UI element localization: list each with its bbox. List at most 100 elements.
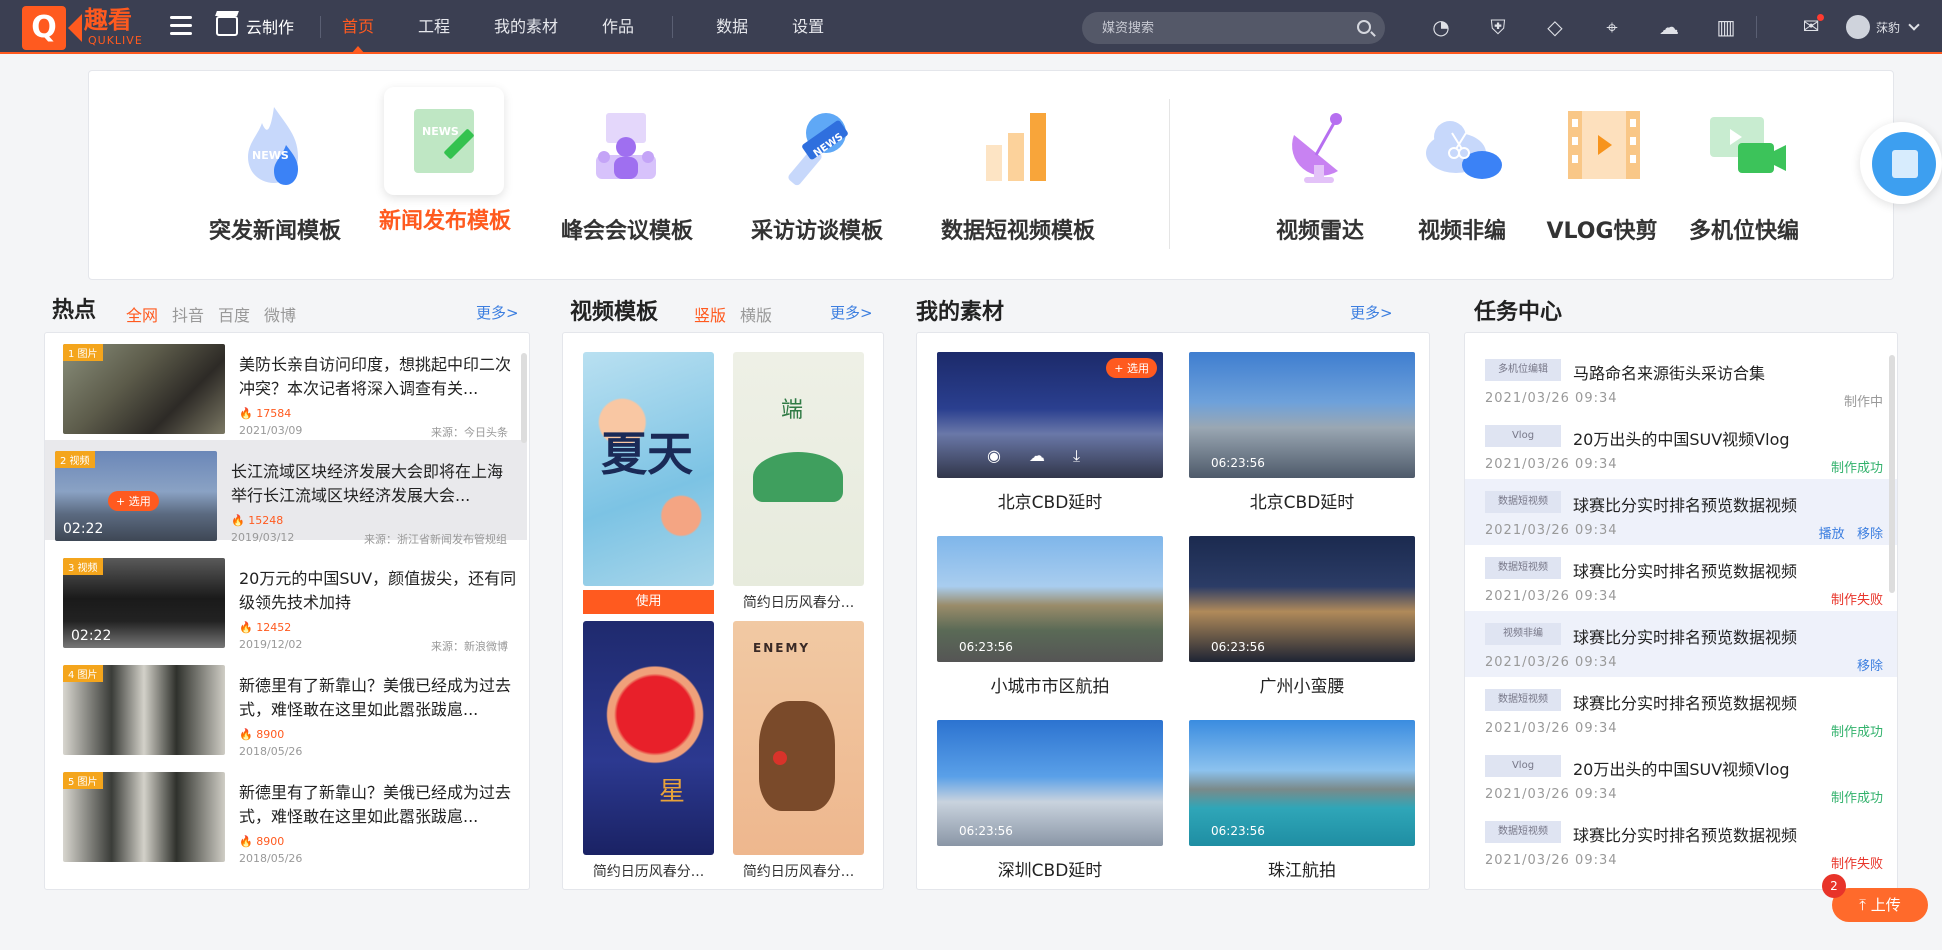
material-thumbnail: + 选用 ◉ ☁ ⤓: [937, 352, 1163, 478]
cloud-make-link[interactable]: 云制作: [216, 14, 294, 38]
list-item[interactable]: 4 图片 新德里有了新靠山？美俄已经成为过去式，难怪敢在这里如此嚣张跋扈... …: [53, 654, 518, 758]
search-input[interactable]: [1102, 12, 1342, 44]
link-icon[interactable]: ◇: [1542, 14, 1568, 40]
hot-item-source: 来源：今日头条: [431, 426, 508, 439]
feature-vlog-quickcut[interactable]: VLOG快剪: [1537, 97, 1667, 245]
user-menu[interactable]: 莯豹: [1846, 15, 1920, 39]
select-button[interactable]: + 选用: [1106, 358, 1157, 378]
materials-more-link[interactable]: 更多>: [1350, 302, 1393, 323]
feature-press-release[interactable]: NEWS 新闻发布模板: [379, 87, 511, 235]
feature-label: 突发新闻模板: [209, 219, 342, 244]
floating-assistant-button[interactable]: [1860, 122, 1942, 204]
meeting-icon: [578, 97, 674, 193]
thumbnail: 5 图片: [63, 772, 225, 862]
upload-button[interactable]: ⤒ 上传: [1832, 888, 1928, 922]
tab-portrait[interactable]: 竖版: [694, 302, 726, 326]
clapperboard-icon: [216, 16, 238, 36]
feature-interview[interactable]: NEWS 采访访谈模板: [751, 97, 883, 245]
tab-baidu[interactable]: 百度: [218, 302, 250, 326]
menu-icon[interactable]: [170, 16, 192, 36]
template-card[interactable]: 星 简约日历风春分...: [583, 621, 714, 881]
nav-projects[interactable]: 工程: [396, 0, 472, 54]
list-item[interactable]: 2 视频 + 选用 02:22 长江流域区块经济发展大会即将在上海举行长江流域区…: [45, 440, 527, 546]
task-scrollbar[interactable]: [1889, 355, 1895, 593]
top-bar: Q 趣看 QUKLIVE 云制作 首页 工程 我的素材 作品 数据 设置 ◔ ⛨…: [0, 0, 1942, 54]
templates-more-link[interactable]: 更多>: [830, 302, 873, 323]
feature-summit[interactable]: 峰会会议模板: [561, 97, 693, 245]
task-item[interactable]: 数据短视频 球赛比分实时排名预览数据视频 2021/03/26 09:34 播放…: [1465, 479, 1897, 545]
rank-badge: 3 视频: [63, 558, 103, 575]
material-card[interactable]: 06:23:56 深圳CBD延时: [937, 720, 1163, 881]
list-item[interactable]: 5 图片 新德里有了新靠山？美俄已经成为过去式，难怪敢在这里如此嚣张跋扈... …: [53, 761, 518, 865]
select-button[interactable]: + 选用: [108, 491, 159, 511]
tab-douyin[interactable]: 抖音: [172, 302, 204, 326]
material-card[interactable]: 06:23:56 珠江航拍: [1189, 720, 1415, 881]
task-item[interactable]: 多机位编辑 马路命名来源街头采访合集 2021/03/26 09:34 制作中: [1465, 347, 1897, 413]
feature-video-radar[interactable]: 视频雷达: [1255, 97, 1385, 245]
tab-all[interactable]: 全网: [126, 302, 158, 326]
cloud-upload-icon[interactable]: ☁: [1656, 14, 1682, 40]
task-tag: Vlog: [1485, 425, 1561, 447]
feature-divider: [1169, 99, 1170, 249]
task-tag: 数据短视频: [1485, 689, 1561, 711]
task-time: 2021/03/26 09:34: [1485, 853, 1618, 868]
material-card[interactable]: 06:23:56 广州小蛮腰: [1189, 536, 1415, 697]
task-title: 球赛比分实时排名预览数据视频: [1573, 562, 1798, 581]
chevron-down-icon: [1908, 19, 1920, 31]
hot-more-link[interactable]: 更多>: [476, 302, 519, 323]
template-label: 简约日历风春分...: [592, 864, 705, 880]
feature-label: 多机位快编: [1688, 219, 1799, 244]
material-card[interactable]: 06:23:56 北京CBD延时: [1189, 352, 1415, 513]
tab-landscape[interactable]: 横版: [740, 302, 772, 326]
template-card[interactable]: 端 简约日历风春分...: [733, 352, 864, 612]
task-status: 制作成功: [1830, 725, 1883, 740]
task-item[interactable]: 视频非编 球赛比分实时排名预览数据视频 2021/03/26 09:34 移除: [1465, 611, 1897, 677]
nav-works[interactable]: 作品: [580, 0, 656, 54]
task-item[interactable]: Vlog 20万出头的中国SUV视频Vlog 2021/03/26 09:34 …: [1465, 413, 1897, 479]
nav-settings[interactable]: 设置: [770, 0, 846, 54]
nav-data[interactable]: 数据: [694, 0, 770, 54]
task-item[interactable]: 数据短视频 球赛比分实时排名预览数据视频 2021/03/26 09:34 制作…: [1465, 809, 1897, 875]
map-pin-icon[interactable]: ⌖: [1599, 14, 1625, 40]
rank-badge: 4 图片: [63, 665, 103, 682]
feature-data-video[interactable]: 数据短视频模板: [941, 97, 1095, 245]
task-tag: 数据短视频: [1485, 491, 1561, 513]
search-icon[interactable]: [1357, 20, 1371, 34]
cloud-upload-icon[interactable]: ☁: [1029, 446, 1045, 466]
feature-breaking-news[interactable]: NEWS 突发新闻模板: [209, 97, 342, 245]
hot-scrollbar[interactable]: [521, 353, 527, 443]
hot-item-date: 2021/03/09: [239, 424, 303, 437]
template-card[interactable]: 夏天 使用: [583, 352, 714, 614]
task-item[interactable]: 数据短视频 球赛比分实时排名预览数据视频 2021/03/26 09:34 制作…: [1465, 677, 1897, 743]
template-thumbnail: 星: [583, 621, 714, 855]
use-template-button[interactable]: 使用: [583, 590, 714, 614]
task-tag: 视频非编: [1485, 623, 1561, 645]
tab-weibo[interactable]: 微博: [264, 302, 296, 326]
feature-video-editing[interactable]: 视频非编: [1397, 97, 1527, 245]
news-edit-icon: NEWS: [384, 87, 504, 195]
hot-item-source: 来源：浙江省新闻发布管规组: [364, 533, 507, 546]
download-icon[interactable]: ⤓: [1073, 446, 1080, 466]
message-icon[interactable]: ✉: [1798, 14, 1824, 38]
nav-my-materials[interactable]: 我的素材: [472, 0, 580, 54]
heat-count: 🔥 17584: [239, 407, 292, 420]
feature-multicam-edit[interactable]: 多机位快编: [1679, 97, 1809, 245]
material-card[interactable]: + 选用 ◉ ☁ ⤓ 北京CBD延时: [937, 352, 1163, 513]
task-item[interactable]: Vlog 20万出头的中国SUV视频Vlog 2021/03/26 09:34 …: [1465, 743, 1897, 809]
building-icon[interactable]: ▥: [1713, 14, 1739, 40]
preview-icon[interactable]: ◉: [987, 446, 1001, 466]
list-item[interactable]: 3 视频 02:22 20万元的中国SUV，颜值拔尖，还有同级领先技术加持 🔥 …: [53, 547, 518, 653]
template-card[interactable]: ENEMY 简约日历风春分...: [733, 621, 864, 881]
material-card[interactable]: 06:23:56 小城市市区航拍: [937, 536, 1163, 697]
remove-button[interactable]: 移除: [1857, 655, 1883, 674]
recorder-icon[interactable]: ◔: [1428, 14, 1454, 40]
task-time: 2021/03/26 09:34: [1485, 457, 1618, 472]
cloud-scissors-icon: [1414, 97, 1510, 193]
list-item[interactable]: 1 图片 美防长亲自访问印度，想挑起中印二次冲突？本次记者将深入调查有关... …: [53, 333, 518, 439]
task-actions[interactable]: 播放 移除: [1819, 523, 1883, 542]
nav-home[interactable]: 首页: [320, 0, 396, 54]
shield-icon[interactable]: ⛨: [1485, 14, 1511, 40]
task-item[interactable]: 数据短视频 球赛比分实时排名预览数据视频 2021/03/26 09:34 制作…: [1465, 545, 1897, 611]
app-logo[interactable]: Q 趣看 QUKLIVE: [22, 6, 150, 50]
hot-item-date: 2018/05/26: [239, 852, 303, 865]
